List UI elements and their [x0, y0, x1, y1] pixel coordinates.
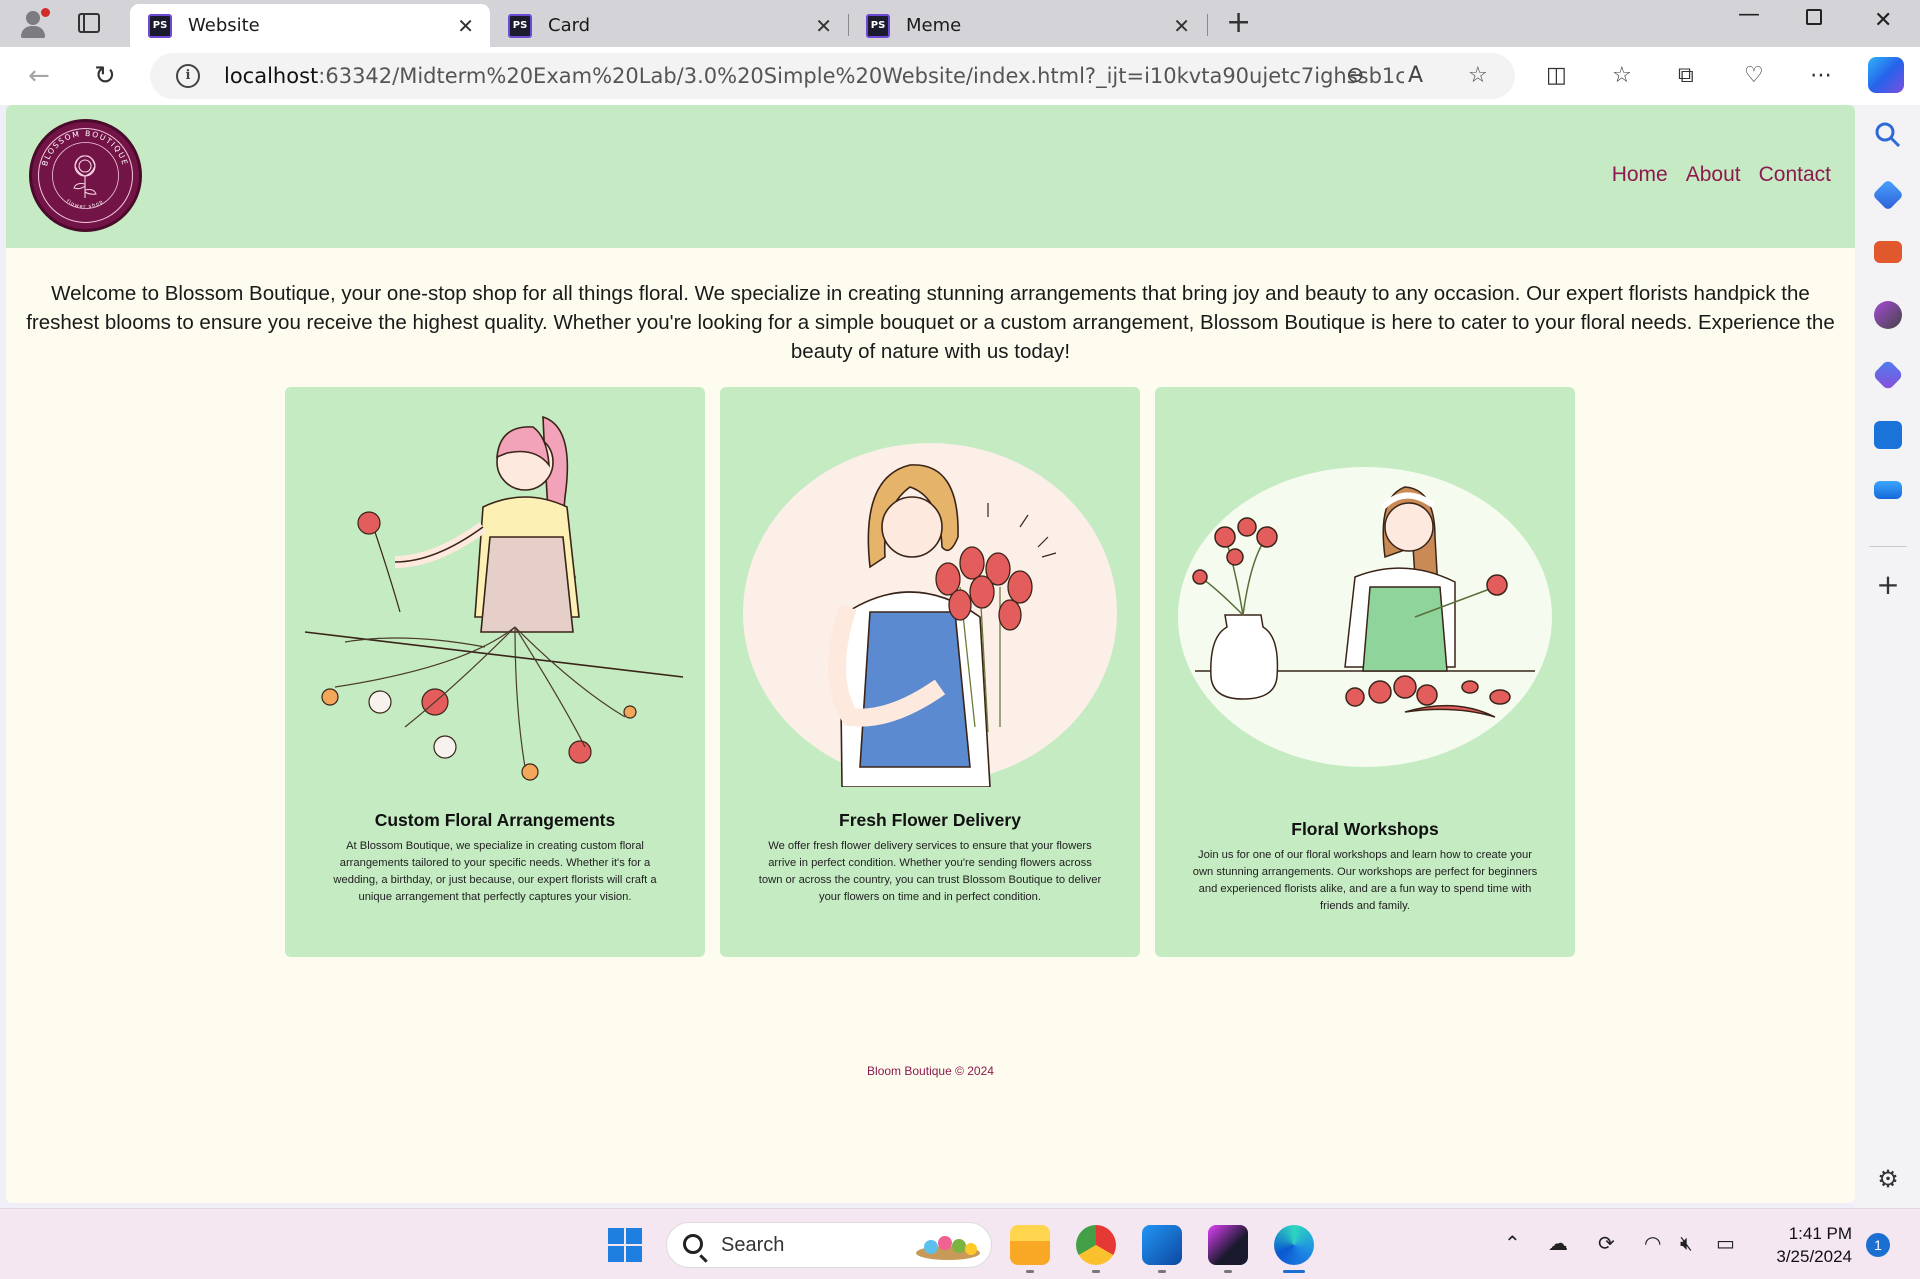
url-host: localhost: [224, 64, 319, 88]
profile-icon[interactable]: [16, 6, 52, 42]
card-title: Fresh Flower Delivery: [839, 810, 1021, 830]
search-highlight-icon: [916, 1236, 980, 1260]
reload-icon[interactable]: ↻: [94, 61, 116, 91]
tab-divider: [1207, 14, 1208, 36]
tab-actions-icon[interactable]: [78, 13, 100, 33]
close-icon[interactable]: ✕: [1173, 14, 1190, 38]
svg-text:flower shop: flower shop: [65, 199, 105, 210]
site-navigation: Home About Contact: [1612, 163, 1831, 187]
search-icon: [683, 1234, 703, 1254]
wifi-icon[interactable]: ◠: [1644, 1231, 1661, 1255]
browser-toolbar: ← ↻ i localhost:63342/Midterm%20Exam%20L…: [0, 47, 1920, 105]
blossom-boutique-logo[interactable]: BLOSSOM BOUTIQUE flower shop: [29, 119, 142, 232]
service-card-flower-delivery: Fresh Flower Delivery We offer fresh flo…: [720, 387, 1140, 957]
card-description: At Blossom Boutique, we specialize in cr…: [333, 840, 657, 903]
card-title: Custom Floral Arrangements: [374, 810, 616, 830]
nav-about-link[interactable]: About: [1686, 163, 1741, 187]
logo-text: BLOSSOM BOUTIQUE: [40, 129, 128, 167]
close-window-button[interactable]: ✕: [1874, 8, 1892, 33]
browser-essentials-icon[interactable]: ♡: [1744, 61, 1764, 91]
split-screen-icon[interactable]: ◫: [1546, 61, 1567, 91]
page-viewport: BLOSSOM BOUTIQUE flower shop Home About …: [6, 105, 1855, 1203]
microsoft-365-icon[interactable]: [1872, 359, 1904, 391]
address-bar[interactable]: i localhost:63342/Midterm%20Exam%20Lab/3…: [150, 53, 1515, 99]
settings-gear-icon[interactable]: ⚙: [1874, 1165, 1902, 1193]
edge-icon[interactable]: [1274, 1225, 1314, 1265]
running-indicator: [1026, 1270, 1034, 1273]
tab-card[interactable]: PS Card ✕: [490, 4, 848, 47]
active-indicator: [1283, 1270, 1305, 1273]
florist-bouquet-illustration: [743, 443, 1117, 787]
search-icon[interactable]: [1874, 121, 1902, 149]
tab-title: Website: [188, 15, 260, 36]
phpstorm-icon: PS: [508, 13, 532, 38]
chrome-icon[interactable]: [1076, 1225, 1116, 1265]
shopping-tag-icon[interactable]: [1872, 179, 1904, 211]
favorite-star-icon[interactable]: ☆: [1468, 63, 1488, 88]
florist-arranging-illustration: [304, 415, 684, 781]
running-indicator: [1158, 1270, 1166, 1273]
sync-icon[interactable]: ⟳: [1598, 1231, 1615, 1255]
clock-time: 1:41 PM: [1788, 1224, 1852, 1243]
close-icon[interactable]: ✕: [815, 14, 832, 38]
close-icon[interactable]: ✕: [457, 14, 474, 38]
windows-taskbar: Search ⌃ ☁ ⟳ ◠ 🔇︎ ▭ 1:41 PM 3/25/2024 1: [0, 1208, 1920, 1279]
url-text[interactable]: localhost:63342/Midterm%20Exam%20Lab/3.0…: [224, 64, 1404, 88]
minimize-button[interactable]: —: [1738, 2, 1760, 27]
system-clock[interactable]: 1:41 PM 3/25/2024: [1752, 1222, 1852, 1268]
restore-button[interactable]: [1806, 9, 1822, 25]
tools-icon[interactable]: [1874, 241, 1902, 263]
nav-contact-link[interactable]: Contact: [1759, 163, 1831, 187]
onedrive-icon[interactable]: ☁: [1548, 1231, 1568, 1255]
svg-text:BLOSSOM BOUTIQUE: BLOSSOM BOUTIQUE: [40, 129, 130, 167]
more-menu-icon[interactable]: ⋯: [1810, 61, 1832, 91]
running-indicator: [1224, 1270, 1232, 1273]
notification-badge[interactable]: 1: [1866, 1233, 1890, 1257]
games-icon[interactable]: [1874, 301, 1902, 329]
sidebar-divider: [1869, 546, 1907, 547]
clock-date: 3/25/2024: [1776, 1247, 1852, 1266]
back-arrow-icon[interactable]: ←: [28, 61, 50, 91]
phpstorm-icon: PS: [148, 13, 172, 38]
zoom-out-icon[interactable]: ⊖: [1346, 63, 1364, 88]
card-title: Floral Workshops: [1291, 819, 1439, 839]
site-footer: Bloom Boutique © 2024: [867, 1064, 994, 1078]
new-tab-button[interactable]: +: [1226, 6, 1251, 40]
tab-website[interactable]: PS Website ✕: [130, 4, 490, 47]
card-description: We offer fresh flower delivery services …: [758, 840, 1102, 903]
florist-workshop-illustration: [1178, 467, 1552, 767]
service-card-workshops: Floral Workshops Join us for one of our …: [1155, 387, 1575, 957]
favorites-icon[interactable]: ☆: [1612, 61, 1632, 91]
windows-start-icon[interactable]: [608, 1228, 642, 1262]
card-description: Join us for one of our floral workshops …: [1192, 849, 1538, 912]
show-hidden-icons-chevron-icon[interactable]: ⌃: [1504, 1231, 1521, 1255]
running-indicator: [1092, 1270, 1100, 1273]
service-card-custom-arrangements: Custom Floral Arrangements At Blossom Bo…: [285, 387, 705, 957]
volume-muted-icon[interactable]: 🔇︎: [1680, 1231, 1693, 1255]
site-header: BLOSSOM BOUTIQUE flower shop Home About …: [6, 105, 1855, 248]
taskbar-search-box[interactable]: Search: [666, 1222, 992, 1268]
site-info-icon[interactable]: i: [176, 64, 200, 88]
add-icon[interactable]: +: [1874, 571, 1902, 599]
battery-icon[interactable]: ▭: [1716, 1231, 1735, 1255]
browser-tab-strip: PS Website ✕ PS Card ✕ PS Meme ✕ + — ✕: [0, 0, 1920, 47]
vscode-icon[interactable]: [1142, 1225, 1182, 1265]
file-explorer-icon[interactable]: [1010, 1225, 1050, 1265]
edge-sidebar: + ⚙: [1855, 105, 1920, 1208]
nav-home-link[interactable]: Home: [1612, 163, 1668, 187]
logo-subtext: flower shop: [65, 199, 104, 210]
welcome-paragraph: Welcome to Blossom Boutique, your one-st…: [26, 282, 1835, 363]
search-label: Search: [721, 1234, 785, 1256]
tab-title: Card: [548, 15, 591, 36]
tab-meme[interactable]: PS Meme ✕: [848, 4, 1206, 47]
collections-icon[interactable]: ⧉: [1678, 61, 1694, 91]
phpstorm-icon: PS: [866, 13, 890, 38]
tab-title: Meme: [906, 15, 962, 36]
url-path: :63342/Midterm%20Exam%20Lab/3.0%20Simple…: [318, 64, 1404, 88]
copilot-icon[interactable]: [1868, 57, 1904, 93]
drop-icon[interactable]: [1874, 481, 1902, 499]
read-aloud-icon[interactable]: A: [1408, 63, 1423, 88]
phpstorm-icon[interactable]: [1208, 1225, 1248, 1265]
outlook-icon[interactable]: [1874, 421, 1902, 449]
